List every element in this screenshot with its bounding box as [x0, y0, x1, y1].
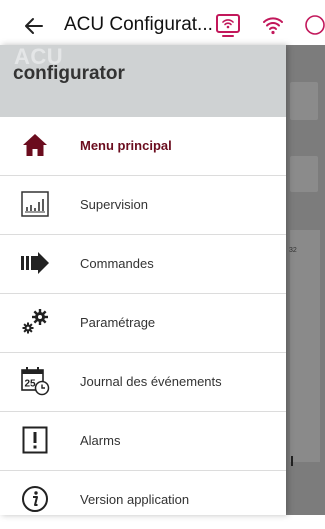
status-circle-icon[interactable]	[304, 14, 325, 36]
background-card	[290, 82, 318, 120]
gears-icon	[20, 307, 50, 337]
menu-item-label: Version application	[80, 492, 190, 507]
wifi-icon[interactable]	[262, 14, 284, 36]
drawer-header: ACU configurator	[0, 44, 286, 117]
background-number: 32	[289, 247, 297, 254]
alarm-exclamation-icon	[20, 425, 50, 455]
menu-item-label: Menu principal	[80, 138, 172, 153]
menu-item-label: Commandes	[80, 256, 154, 271]
arrow-right-icon	[20, 248, 50, 278]
background-panel	[290, 230, 320, 462]
menu-item-supervision[interactable]: Supervision	[0, 176, 286, 235]
svg-text:25: 25	[25, 379, 37, 390]
drawer-menu: Menu principal Supervision Commandes Par…	[0, 117, 286, 529]
cast-icon[interactable]	[215, 12, 241, 38]
menu-item-label: Paramétrage	[80, 315, 156, 330]
menu-item-alarms[interactable]: Alarms	[0, 412, 286, 471]
menu-item-journal[interactable]: 25 Journal des événements	[0, 353, 286, 412]
menu-item-label: Supervision	[80, 197, 148, 212]
app-title: ACU Configurat...	[64, 14, 213, 35]
background-tick	[291, 456, 293, 466]
menu-item-label: Journal des événements	[80, 374, 222, 389]
background-card	[290, 156, 318, 192]
drawer-title: configurator	[13, 63, 125, 84]
menu-item-parametrage[interactable]: Paramétrage	[0, 294, 286, 353]
info-icon	[20, 484, 50, 514]
menu-item-version[interactable]: Version application	[0, 471, 286, 529]
back-arrow-icon[interactable]	[22, 14, 46, 38]
home-icon	[20, 130, 50, 160]
menu-item-label: Alarms	[80, 433, 121, 448]
menu-item-menu-principal[interactable]: Menu principal	[0, 117, 286, 176]
menu-item-commandes[interactable]: Commandes	[0, 235, 286, 294]
calendar-clock-icon: 25	[20, 366, 50, 396]
chart-icon	[20, 189, 50, 219]
navigation-drawer: ACU configurator Menu principal Supervis…	[0, 44, 286, 515]
